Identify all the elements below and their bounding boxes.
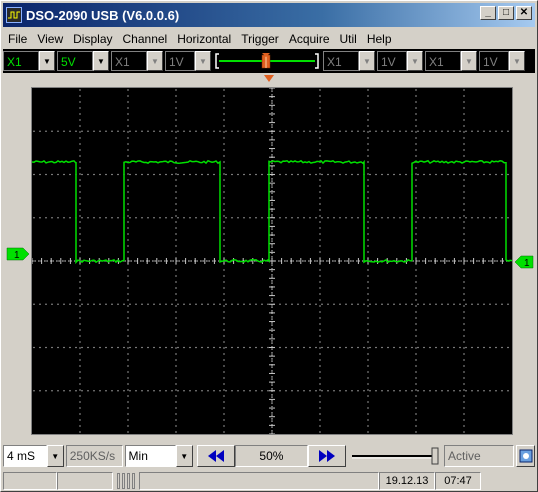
ch3-probe-select[interactable]: X1 ▼	[323, 51, 375, 71]
scroll-right-button[interactable]	[308, 445, 347, 467]
chevron-down-icon[interactable]: ▼	[407, 51, 423, 71]
menu-bar: File View Display Channel Horizontal Tri…	[3, 29, 397, 49]
chevron-down-icon[interactable]: ▼	[461, 51, 477, 71]
ch1-marker-label: 1	[14, 250, 20, 261]
double-chevron-left-icon	[207, 450, 224, 462]
ch1-volts-select[interactable]: 5V ▼	[57, 51, 109, 71]
chevron-down-icon[interactable]: ▼	[195, 51, 211, 71]
maximize-icon: □	[502, 7, 510, 18]
chevron-down-icon[interactable]: ▼	[509, 51, 525, 71]
ch3-probe-value: X1	[323, 51, 359, 71]
menu-acquire[interactable]: Acquire	[284, 32, 335, 46]
chevron-down-icon[interactable]: ▼	[147, 51, 163, 71]
status-pane-1	[3, 472, 57, 490]
status-pane-2	[57, 472, 113, 490]
maximize-button[interactable]: □	[498, 6, 514, 20]
settings-icon	[519, 449, 533, 463]
trigger-level-marker[interactable]: 1	[513, 73, 537, 441]
menu-trigger[interactable]: Trigger	[236, 32, 284, 46]
status-date: 19.12.13	[379, 472, 435, 490]
ch2-probe-select[interactable]: X1 ▼	[111, 51, 163, 71]
menu-util[interactable]: Util	[335, 32, 362, 46]
ch2-volts-value: 1V	[165, 51, 195, 71]
waveform-plot	[31, 87, 513, 435]
ch1-volts-value: 5V	[57, 51, 93, 71]
minimize-button[interactable]: _	[480, 6, 496, 20]
menu-channel[interactable]: Channel	[118, 32, 173, 46]
chevron-down-icon: ▼	[180, 451, 189, 461]
chevron-down-icon[interactable]: ▼	[39, 51, 55, 71]
ch4-volts-value: 1V	[479, 51, 509, 71]
menu-view[interactable]: View	[32, 32, 68, 46]
trigger-time-marker[interactable]	[3, 73, 535, 87]
channel-toolbar: X1 ▼ 5V ▼ X1 ▼ 1V ▼ X1 ▼ 1V ▼ X1 ▼ 1V ▼	[3, 49, 535, 73]
menu-display[interactable]: Display	[68, 32, 117, 46]
waveform-screen[interactable]	[31, 87, 513, 435]
run-stop-button[interactable]	[516, 445, 536, 467]
ch2-volts-select[interactable]: 1V ▼	[165, 51, 211, 71]
menu-help[interactable]: Help	[362, 32, 397, 46]
chevron-down-icon: ▼	[51, 451, 60, 461]
ch4-probe-select[interactable]: X1 ▼	[425, 51, 477, 71]
acquire-mode-dropdown[interactable]: ▼	[175, 445, 193, 467]
menu-file[interactable]: File	[3, 32, 32, 46]
menu-horizontal[interactable]: Horizontal	[172, 32, 236, 46]
trigger-position-slider[interactable]	[215, 51, 319, 71]
minimize-icon: _	[485, 7, 491, 18]
status-message	[139, 472, 379, 490]
ch1-probe-value: X1	[3, 51, 39, 71]
chevron-down-icon[interactable]: ▼	[359, 51, 375, 71]
app-icon	[6, 7, 22, 23]
ch1-probe-select[interactable]: X1 ▼	[3, 51, 55, 71]
status-time: 07:47	[435, 472, 481, 490]
ch1-level-marker[interactable]: 1	[3, 73, 31, 441]
timebase-value[interactable]: 4 mS	[3, 445, 47, 467]
ch4-volts-select[interactable]: 1V ▼	[479, 51, 525, 71]
timebase-dropdown[interactable]: ▼	[46, 445, 64, 467]
horizontal-position-value: 50%	[234, 445, 309, 467]
ch2-probe-value: X1	[111, 51, 147, 71]
scope-display-area: 1 1	[3, 73, 535, 441]
status-bar: 19.12.13 07:47	[3, 471, 535, 491]
scroll-left-button[interactable]	[196, 445, 235, 467]
close-icon: ✕	[519, 7, 529, 18]
control-bar: 4 mS ▼ 250KS/s Min ▼ 50% Active	[3, 443, 536, 469]
app-window: DSO-2090 USB (V6.0.0.6) _ □ ✕ File View …	[0, 0, 538, 492]
title-bar[interactable]: DSO-2090 USB (V6.0.0.6) _ □ ✕	[3, 3, 535, 27]
chevron-down-icon[interactable]: ▼	[93, 51, 109, 71]
status-indicators	[117, 473, 135, 489]
ch3-volts-value: 1V	[377, 51, 407, 71]
acquire-mode-value[interactable]: Min	[124, 445, 176, 467]
run-status: Active	[444, 445, 515, 467]
double-chevron-right-icon	[319, 450, 336, 462]
close-button[interactable]: ✕	[516, 6, 532, 20]
window-title: DSO-2090 USB (V6.0.0.6)	[26, 7, 180, 23]
trig-marker-label: 1	[524, 258, 530, 269]
zoom-slider[interactable]	[350, 445, 440, 467]
sample-rate-value: 250KS/s	[65, 445, 123, 467]
ch3-volts-select[interactable]: 1V ▼	[377, 51, 423, 71]
ch4-probe-value: X1	[425, 51, 461, 71]
